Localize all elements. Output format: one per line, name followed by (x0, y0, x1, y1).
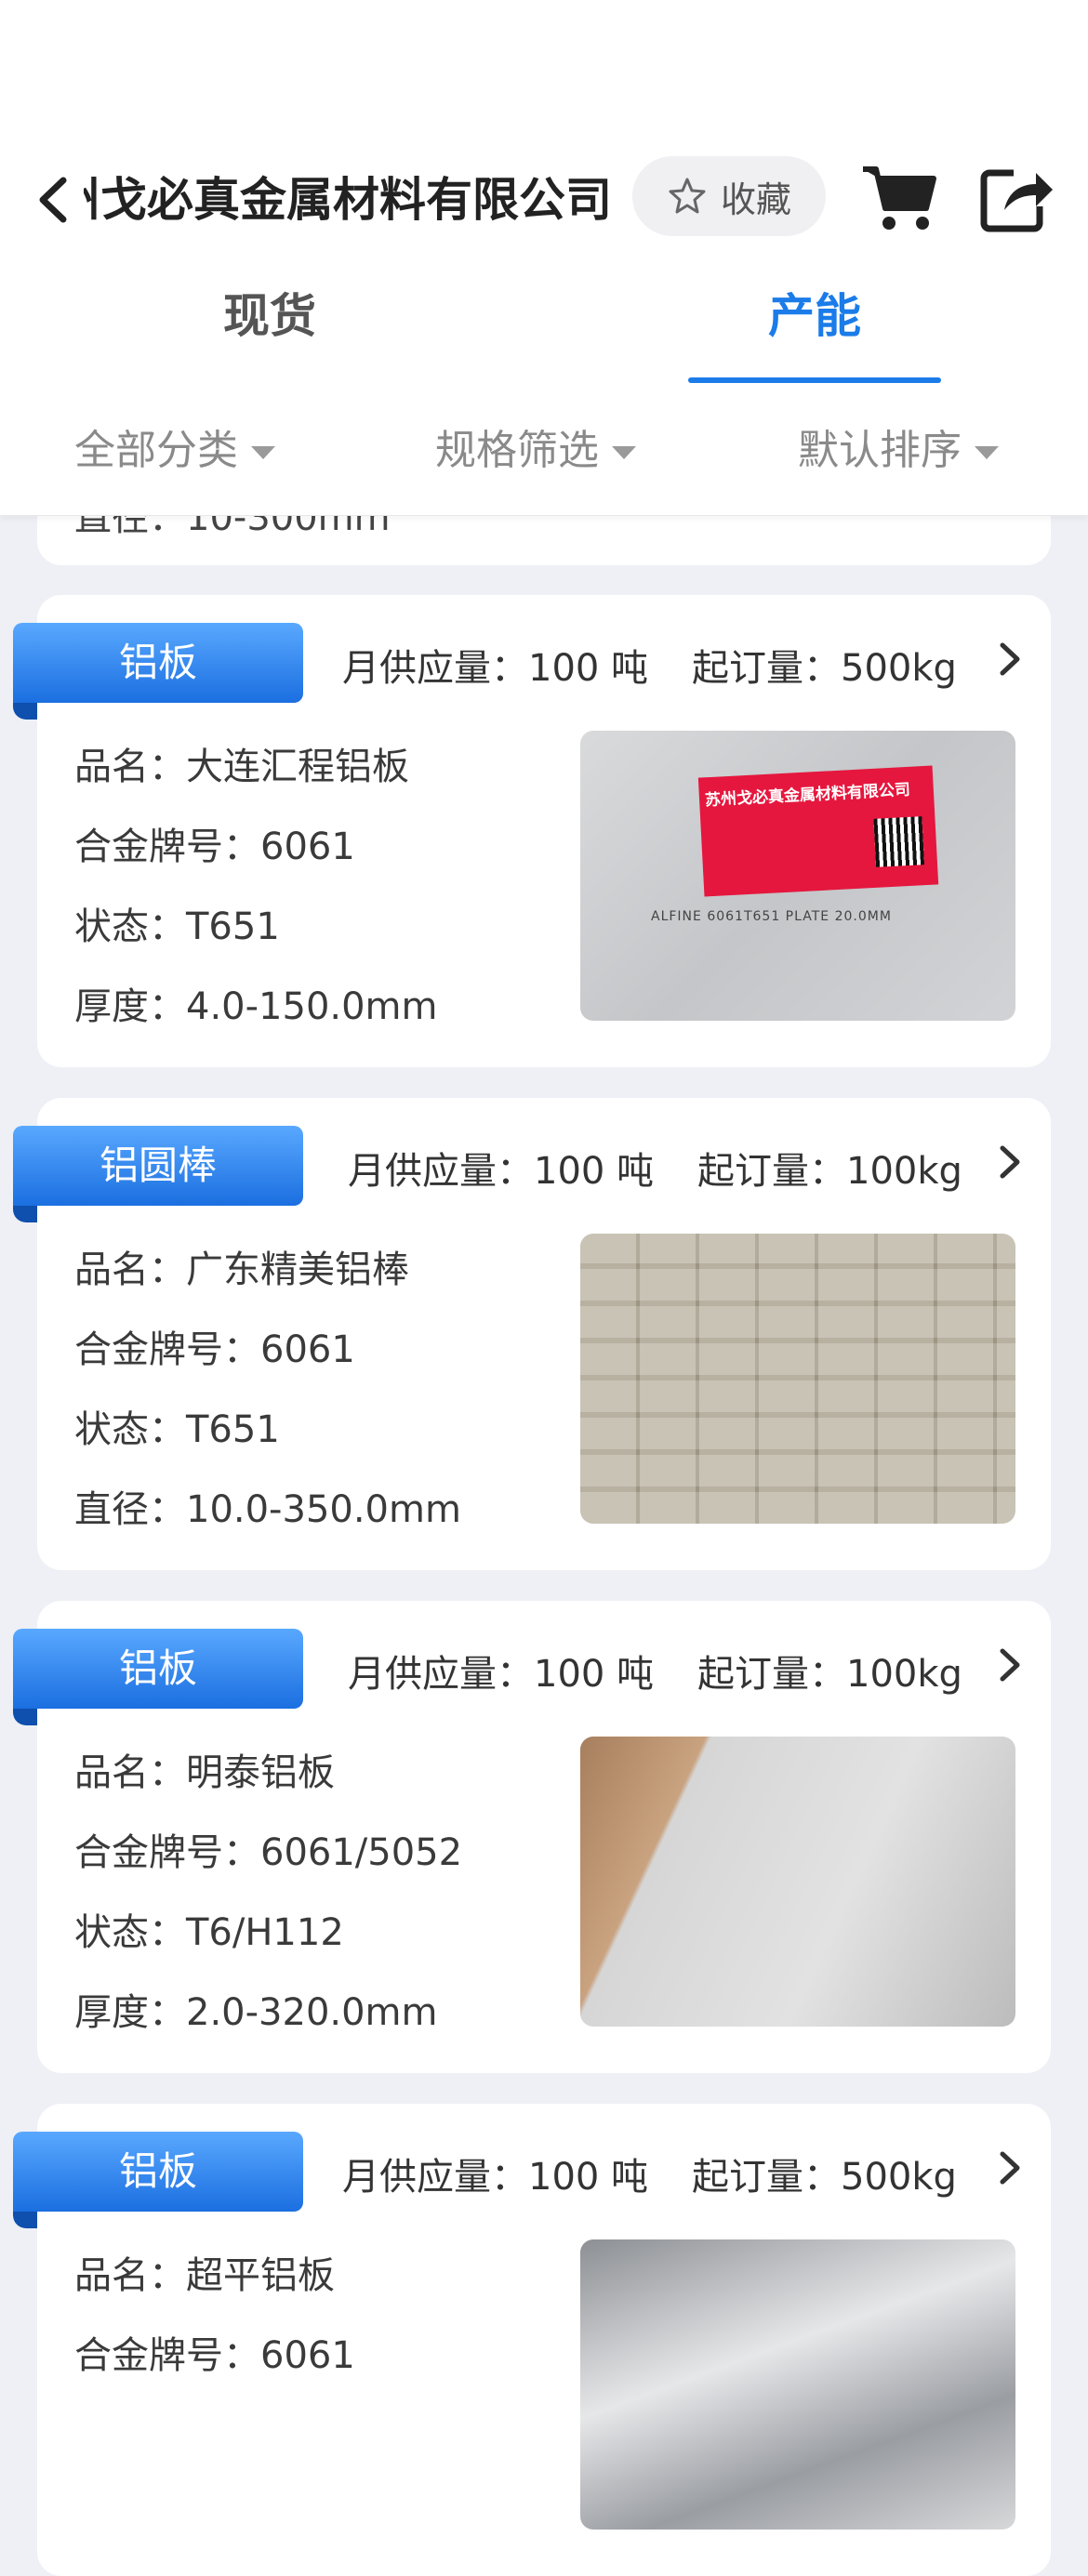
product-name: 品名：明泰铝板 (74, 1751, 335, 1794)
chevron-right-icon[interactable] (991, 636, 1028, 682)
product-name: 品名：广东精美铝棒 (74, 1248, 409, 1291)
product-card[interactable]: 铝板 月供应量：100 吨 起订量：500kg 品名：大连汇程铝板 合金牌号：6… (13, 595, 1051, 1067)
chevron-right-icon[interactable] (991, 1139, 1028, 1185)
active-tab-indicator (688, 377, 941, 383)
favorite-label: 收藏 (720, 178, 791, 220)
spec-filter[interactable]: 规格筛选 (435, 418, 636, 483)
share-icon (980, 169, 1053, 232)
page-title: 苏州戈必真金属材料有限公司 (84, 173, 612, 227)
size-spec: 直径：10.0-350.0mm (74, 1488, 461, 1531)
product-name: 品名：超平铝板 (74, 2254, 335, 2297)
alloy-grade: 合金牌号：6061 (74, 826, 355, 868)
product-photo (580, 1737, 1015, 2027)
tab-bar: 现货 产能 (0, 270, 1088, 387)
category-ribbon: 铝圆棒 (13, 1126, 303, 1206)
size-spec: 厚度：2.0-320.0mm (74, 1991, 438, 2034)
monthly-supply: 月供应量：100 吨 (348, 1150, 655, 1193)
tab-capacity[interactable]: 产能 (688, 270, 941, 385)
ribbon-fold (13, 703, 37, 720)
size-spec: 厚度：4.0-150.0mm (74, 985, 438, 1028)
temper-status: 状态：T651 (74, 1408, 280, 1451)
cart-button[interactable] (859, 158, 939, 238)
min-order: 起订量：100kg (697, 1653, 962, 1696)
spec-filter-label: 规格筛选 (435, 427, 599, 474)
caret-down-icon (612, 446, 636, 459)
share-button[interactable] (976, 158, 1056, 238)
product-card[interactable]: 铝圆棒 月供应量：100 吨 起订量：100kg 品名：广东精美铝棒 合金牌号：… (13, 1098, 1051, 1570)
filter-bar: 全部分类 规格筛选 默认排序 (0, 385, 1088, 516)
cart-icon (863, 166, 936, 230)
chevron-right-icon[interactable] (991, 2145, 1028, 2191)
sort-filter[interactable]: 默认排序 (798, 418, 999, 483)
chevron-right-icon[interactable] (991, 1642, 1028, 1688)
category-filter[interactable]: 全部分类 (74, 418, 275, 483)
product-photo (580, 1234, 1015, 1524)
favorite-button[interactable]: 收藏 (632, 156, 826, 236)
sort-filter-label: 默认排序 (798, 427, 962, 474)
alloy-grade: 合金牌号：6061 (74, 1328, 355, 1371)
ribbon-fold (13, 2212, 37, 2228)
label-company-text: 苏州戈必真金属材料有限公司 (704, 780, 911, 811)
product-name: 品名：大连汇程铝板 (74, 746, 409, 788)
caret-down-icon (975, 446, 999, 459)
alloy-grade: 合金牌号：6061/5052 (74, 1831, 463, 1874)
product-card[interactable]: 铝板 月供应量：100 吨 起订量：100kg 品名：明泰铝板 合金牌号：606… (13, 1601, 1051, 2073)
product-card[interactable]: 铝板 月供应量：100 吨 起订量：500kg 品名：超平铝板 合金牌号：606… (13, 2104, 1051, 2576)
product-photo: 苏州戈必真金属材料有限公司 ALFINE 6061T651 PLATE 20.0… (580, 731, 1015, 1021)
tab-spot-goods[interactable]: 现货 (130, 270, 409, 385)
back-button[interactable] (30, 167, 76, 232)
alloy-grade: 合金牌号：6061 (74, 2334, 355, 2377)
min-order: 起订量：100kg (697, 1150, 962, 1193)
app-header: 苏州戈必真金属材料有限公司 收藏 现货 产能 (0, 0, 1088, 387)
stacked-bars-texture (580, 1234, 1015, 1524)
monthly-supply: 月供应量：100 吨 (348, 1653, 655, 1696)
star-icon (669, 178, 706, 214)
category-ribbon: 铝板 (13, 623, 303, 703)
monthly-supply: 月供应量：100 吨 (342, 647, 649, 690)
monthly-supply: 月供应量：100 吨 (342, 2156, 649, 2199)
ribbon-fold (13, 1709, 37, 1725)
plate-caption: ALFINE 6061T651 PLATE 20.0MM (651, 909, 892, 924)
qr-code-icon (873, 816, 925, 867)
category-ribbon: 铝板 (13, 2132, 303, 2212)
min-order: 起订量：500kg (692, 2156, 957, 2199)
chevron-left-icon (39, 177, 67, 223)
caret-down-icon (251, 446, 275, 459)
product-label-tag: 苏州戈必真金属材料有限公司 (697, 765, 939, 897)
product-photo (580, 2239, 1015, 2530)
nav-bar: 苏州戈必真金属材料有限公司 收藏 (0, 149, 1088, 251)
min-order: 起订量：500kg (692, 647, 957, 690)
temper-status: 状态：T651 (74, 905, 280, 948)
ribbon-fold (13, 1206, 37, 1222)
temper-status: 状态：T6/H112 (74, 1911, 344, 1954)
category-filter-label: 全部分类 (74, 427, 238, 474)
category-ribbon: 铝板 (13, 1629, 303, 1709)
